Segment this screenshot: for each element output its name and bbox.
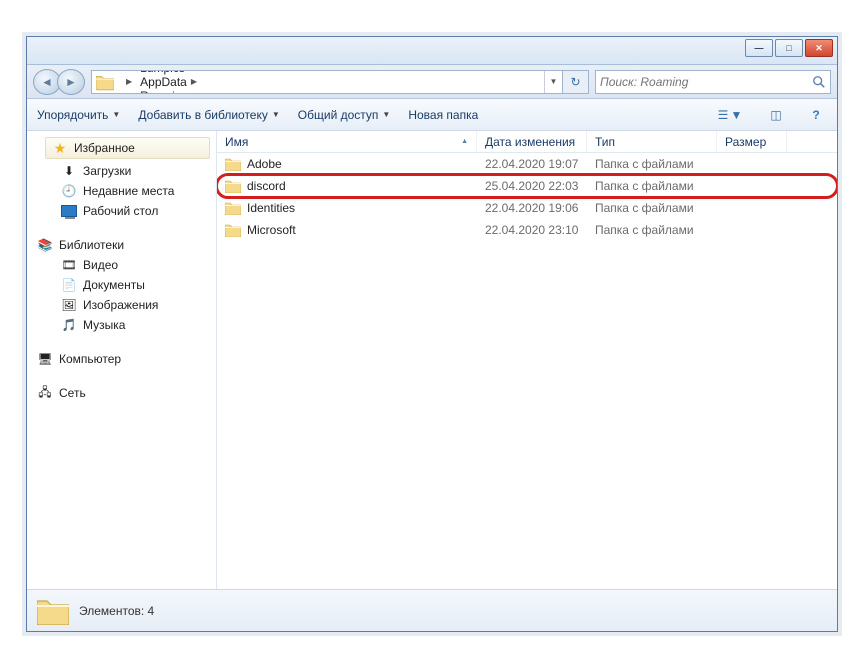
chevron-right-icon: ▶ — [126, 77, 132, 86]
breadcrumb-segment[interactable]: Roaming▶ — [136, 89, 202, 94]
item-icon: 🎵 — [61, 317, 77, 333]
column-type[interactable]: Тип — [587, 131, 717, 152]
folder-row[interactable]: discord 25.04.2020 22:03Папка с файлами — [217, 175, 837, 197]
back-icon: ◄ — [41, 75, 53, 89]
breadcrumb-root[interactable]: ▶ — [118, 71, 136, 93]
star-icon: ★ — [52, 140, 68, 156]
column-name[interactable]: Имя — [217, 131, 477, 152]
sidebar-item[interactable]: ⬇Загрузки — [27, 161, 216, 181]
view-button[interactable]: ☰▼ — [711, 104, 749, 126]
view-icon: ☰ — [718, 108, 729, 122]
folder-row[interactable]: Identities 22.04.2020 19:06Папка с файлам… — [217, 197, 837, 219]
folder-row[interactable]: Microsoft 22.04.2020 23:10Папка с файлами — [217, 219, 837, 241]
refresh-button[interactable]: ↻ — [563, 70, 589, 94]
sidebar-favorites[interactable]: ★Избранное — [45, 137, 210, 159]
chevron-down-icon: ▼ — [382, 110, 390, 119]
chevron-right-icon: ▶ — [191, 77, 197, 86]
status-bar: Элементов: 4 — [27, 589, 837, 631]
forward-button[interactable]: ► — [57, 69, 85, 95]
navbar: ◄ ► ▶ Lumpics▶AppData▶Roaming▶ ▼ ↻ — [27, 65, 837, 99]
address-dropdown[interactable]: ▼ — [544, 71, 562, 93]
sidebar-item[interactable]: 🎵Музыка — [27, 315, 216, 335]
row-date: 22.04.2020 19:06 — [477, 201, 587, 215]
navigation-pane: ★Избранное⬇Загрузки🕘Недавние местаРабочи… — [27, 131, 217, 589]
folder-icon — [96, 73, 114, 91]
close-button[interactable]: ✕ — [805, 39, 833, 57]
folder-icon — [225, 201, 241, 215]
item-icon: ⬇ — [61, 163, 77, 179]
folder-icon — [225, 157, 241, 171]
search-input[interactable] — [600, 75, 808, 89]
share-button[interactable]: Общий доступ▼ — [296, 104, 393, 126]
row-date: 25.04.2020 22:03 — [477, 179, 587, 193]
maximize-button[interactable]: □ — [775, 39, 803, 57]
maximize-icon: □ — [786, 43, 791, 53]
row-type: Папка с файлами — [587, 201, 717, 215]
close-icon: ✕ — [815, 43, 823, 54]
titlebar: — □ ✕ — [27, 37, 837, 65]
sidebar-item[interactable]: 📄Документы — [27, 275, 216, 295]
chevron-down-icon: ▼ — [112, 110, 120, 119]
search-box[interactable] — [595, 70, 831, 94]
sidebar-item[interactable]: Рабочий стол — [27, 201, 216, 221]
row-name: Adobe — [247, 157, 282, 171]
item-icon — [61, 203, 77, 219]
sidebar-network[interactable]: 🖧Сеть — [27, 383, 216, 403]
toolbar: Упорядочить▼ Добавить в библиотеку▼ Общи… — [27, 99, 837, 131]
help-icon: ? — [812, 108, 819, 122]
chevron-down-icon: ▼ — [730, 108, 742, 122]
folder-icon — [225, 223, 241, 237]
chevron-right-icon: ▶ — [192, 91, 198, 94]
row-date: 22.04.2020 19:07 — [477, 157, 587, 171]
item-icon: 🖼 — [61, 297, 77, 313]
minimize-button[interactable]: — — [745, 39, 773, 57]
sidebar-libraries[interactable]: 📚Библиотеки — [27, 235, 216, 255]
column-date[interactable]: Дата изменения — [477, 131, 587, 152]
row-type: Папка с файлами — [587, 157, 717, 171]
include-library-button[interactable]: Добавить в библиотеку▼ — [136, 104, 281, 126]
refresh-icon: ↻ — [570, 75, 580, 89]
forward-icon: ► — [65, 75, 77, 89]
sidebar-item[interactable]: 🖼Изображения — [27, 295, 216, 315]
sidebar-item[interactable]: 🕘Недавние места — [27, 181, 216, 201]
folder-icon — [37, 597, 69, 625]
libraries-icon: 📚 — [37, 237, 53, 253]
pane-icon: ◫ — [770, 108, 781, 122]
sidebar-computer[interactable]: 🖥Компьютер — [27, 349, 216, 369]
computer-icon: 🖥 — [37, 351, 53, 367]
column-headers: Имя Дата изменения Тип Размер — [217, 131, 837, 153]
item-icon: 🎞 — [61, 257, 77, 273]
organize-button[interactable]: Упорядочить▼ — [35, 104, 122, 126]
chevron-right-icon: ▶ — [189, 70, 195, 73]
row-name: Identities — [247, 201, 295, 215]
item-icon: 🕘 — [61, 183, 77, 199]
row-name: discord — [247, 179, 286, 193]
folder-row[interactable]: Adobe 22.04.2020 19:07Папка с файлами — [217, 153, 837, 175]
minimize-icon: — — [755, 43, 764, 53]
sidebar-item[interactable]: 🎞Видео — [27, 255, 216, 275]
network-icon: 🖧 — [37, 385, 53, 401]
column-size[interactable]: Размер — [717, 131, 787, 152]
item-icon: 📄 — [61, 277, 77, 293]
row-date: 22.04.2020 23:10 — [477, 223, 587, 237]
row-name: Microsoft — [247, 223, 296, 237]
new-folder-button[interactable]: Новая папка — [406, 104, 480, 126]
address-bar[interactable]: ▶ Lumpics▶AppData▶Roaming▶ ▼ — [91, 70, 563, 94]
chevron-down-icon: ▼ — [272, 110, 280, 119]
row-type: Папка с файлами — [587, 179, 717, 193]
file-list: Имя Дата изменения Тип Размер Adobe 22.04… — [217, 131, 837, 589]
row-type: Папка с файлами — [587, 223, 717, 237]
folder-icon — [225, 179, 241, 193]
help-button[interactable]: ? — [803, 104, 829, 126]
status-text: Элементов: 4 — [79, 604, 154, 618]
explorer-window: — □ ✕ ◄ ► ▶ Lumpics▶AppData▶Roaming▶ ▼ ↻… — [26, 36, 838, 632]
breadcrumb-segment[interactable]: AppData▶ — [136, 75, 202, 89]
preview-pane-button[interactable]: ◫ — [763, 104, 789, 126]
search-icon — [812, 75, 826, 89]
